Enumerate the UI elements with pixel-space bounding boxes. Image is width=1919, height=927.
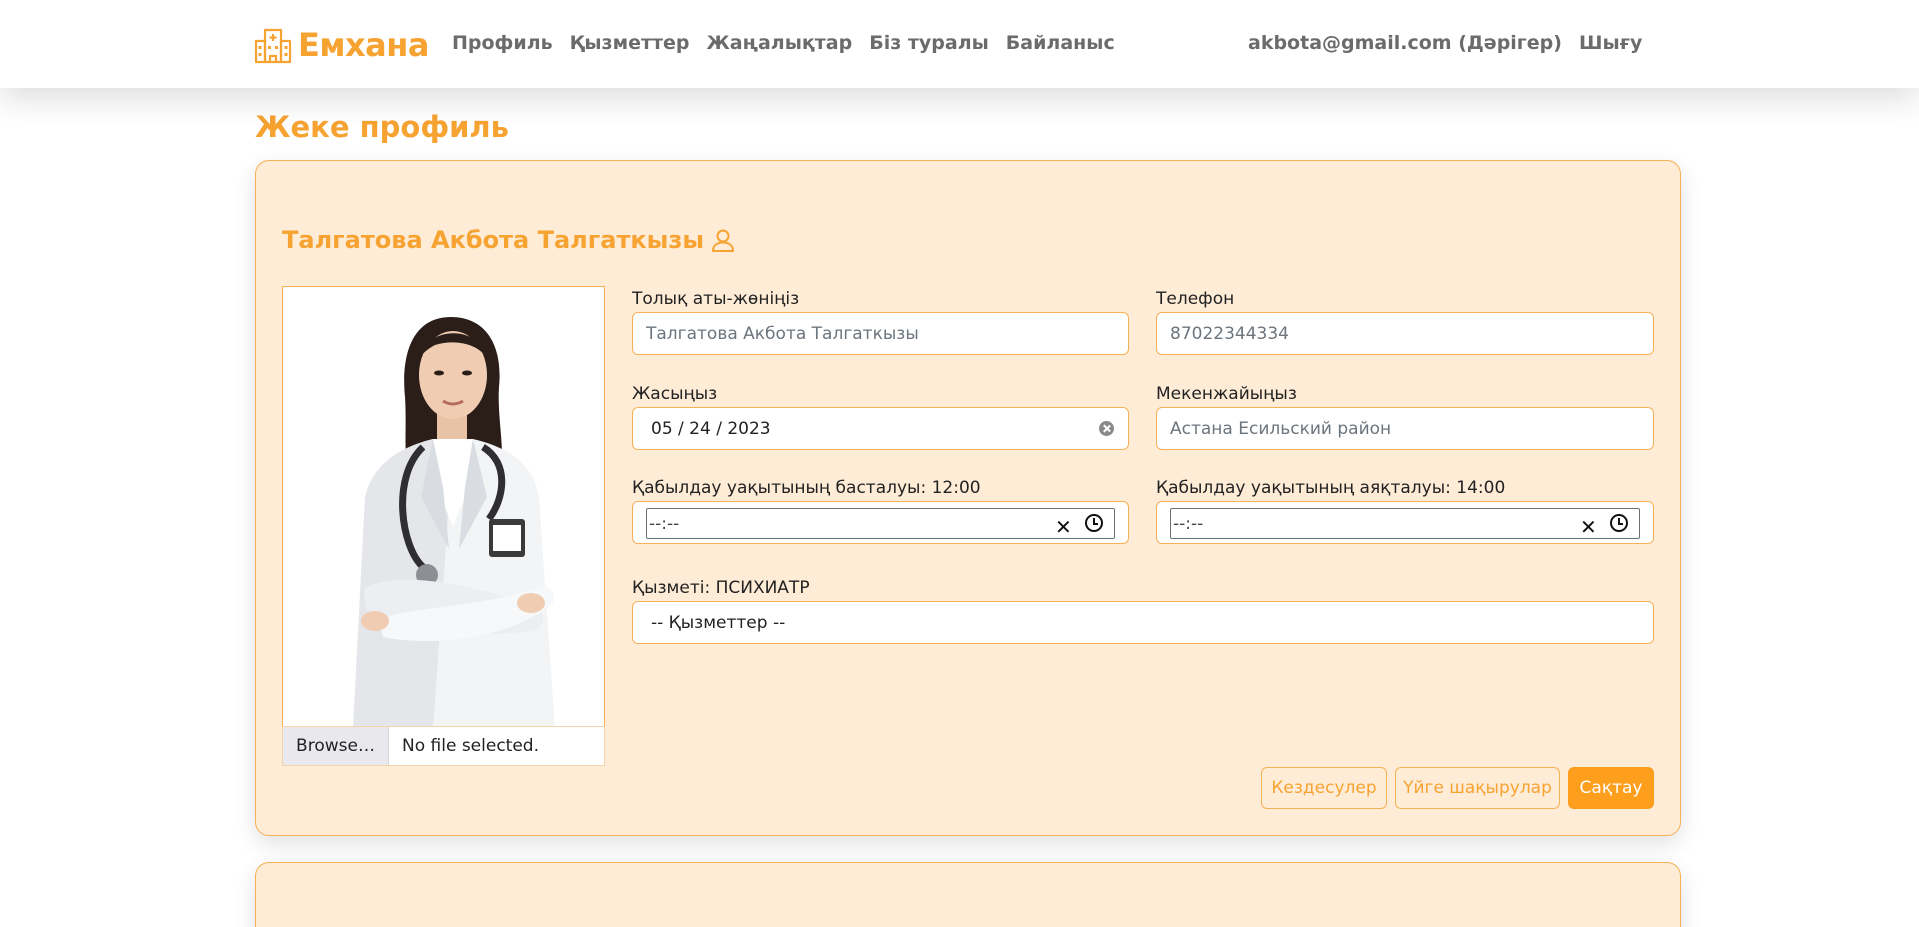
address-field[interactable]: Астана Есильский район <box>1156 407 1654 450</box>
doctor-photo <box>282 286 605 728</box>
age-label: Жасыңыз <box>632 384 718 404</box>
clear-time-icon[interactable]: ✕ <box>1580 515 1597 539</box>
file-status: No file selected. <box>402 736 539 756</box>
address-placeholder: Астана Есильский район <box>1170 418 1392 439</box>
end-time-field[interactable]: --:-- ✕ <box>1156 501 1654 544</box>
start-time-value: --:-- <box>649 513 680 534</box>
nav-link-contact[interactable]: Байланыс <box>1006 32 1115 54</box>
age-date-value: 05 / 24 / 2023 <box>651 418 771 439</box>
nav-link-services[interactable]: Қызметтер <box>570 32 690 54</box>
photo-file-input[interactable]: Browse… No file selected. <box>282 726 605 766</box>
phone-field[interactable]: 87022344334 <box>1156 312 1654 355</box>
doctor-name: Талгатова Акбота Талгаткызы <box>282 226 705 254</box>
end-time-inner[interactable]: --:-- ✕ <box>1170 508 1640 539</box>
phone-label: Телефон <box>1156 289 1235 309</box>
end-time-value: --:-- <box>1173 513 1204 534</box>
meetings-button[interactable]: Кездесулер <box>1261 767 1387 809</box>
service-label: Қызметі: ПСИХИАТР <box>632 578 810 598</box>
clear-date-icon[interactable] <box>1099 421 1114 436</box>
brand[interactable]: Емхана <box>254 26 429 64</box>
browse-button[interactable]: Browse… <box>283 727 389 765</box>
page-title: Жеке профиль <box>255 110 510 144</box>
end-time-label: Қабылдау уақытының аяқталуы: 14:00 <box>1156 478 1506 498</box>
doctor-illustration <box>283 287 604 727</box>
full-name-field[interactable]: Талгатова Акбота Талгаткызы <box>632 312 1129 355</box>
nav-link-about[interactable]: Біз туралы <box>869 32 989 54</box>
clock-icon[interactable] <box>1085 514 1103 532</box>
hospital-icon <box>254 28 292 64</box>
second-card <box>255 862 1681 927</box>
clock-icon[interactable] <box>1610 514 1628 532</box>
full-name-label: Толық аты-жөніңіз <box>632 289 800 309</box>
home-calls-button[interactable]: Үйге шақырулар <box>1395 767 1560 809</box>
service-select[interactable]: -- Қызметтер -- <box>632 601 1654 644</box>
age-date-field[interactable]: 05 / 24 / 2023 <box>632 407 1129 450</box>
nav-link-profile[interactable]: Профиль <box>452 32 553 54</box>
start-time-inner[interactable]: --:-- ✕ <box>646 508 1115 539</box>
user-icon <box>712 229 735 252</box>
user-email[interactable]: akbota@gmail.com (Дәрігер) <box>1248 32 1562 54</box>
nav-link-news[interactable]: Жаңалықтар <box>707 32 853 54</box>
nav-links: Профиль Қызметтер Жаңалықтар Біз туралы … <box>452 32 1132 54</box>
phone-placeholder: 87022344334 <box>1170 323 1289 344</box>
clear-time-icon[interactable]: ✕ <box>1055 515 1072 539</box>
doctor-name-heading: Талгатова Акбота Талгаткызы <box>282 226 736 254</box>
address-label: Мекенжайыңыз <box>1156 384 1297 404</box>
full-name-placeholder: Талгатова Акбота Талгаткызы <box>646 323 919 344</box>
logout-link[interactable]: Шығу <box>1579 32 1642 54</box>
save-button[interactable]: Сақтау <box>1568 767 1654 809</box>
start-time-field[interactable]: --:-- ✕ <box>632 501 1129 544</box>
navbar: Емхана Профиль Қызметтер Жаңалықтар Біз … <box>0 0 1919 88</box>
brand-name: Емхана <box>298 26 429 64</box>
service-selected: -- Қызметтер -- <box>651 612 786 633</box>
start-time-label: Қабылдау уақытының басталуы: 12:00 <box>632 478 981 498</box>
